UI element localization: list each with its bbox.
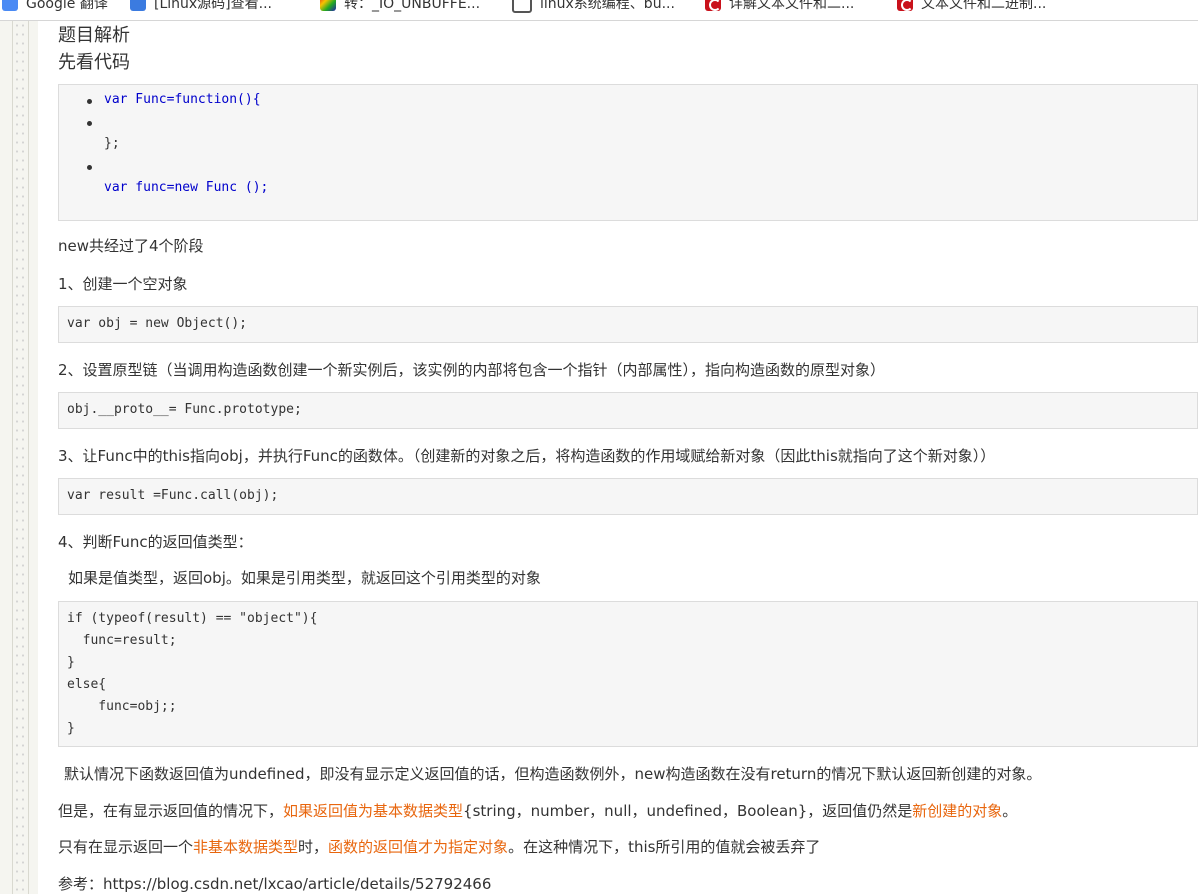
bookmark-label: [Linux源码]查看... [154, 0, 272, 12]
code-line: else{ [67, 677, 107, 692]
highlight-text: 新创建的对象 [912, 802, 1003, 820]
code-block-3: var result =Func.call(obj); [58, 478, 1198, 515]
bookmark-label: Google 翻译 [26, 0, 108, 12]
heading-analysis: 题目解析 [58, 25, 130, 46]
bookmark-text-binary-2[interactable]: 文本文件和二进制... [897, 0, 1046, 15]
text-segment: 。在这种情况下，this所引用的值就会被丢弃了 [508, 838, 821, 856]
bookmark-label: 文本文件和二进制... [921, 0, 1047, 12]
margin-pattern [14, 21, 26, 894]
text-segment: 但是，在有显示返回值的情况下， [58, 802, 284, 820]
code-line: func=result; [67, 633, 177, 648]
step-2: 2、设置原型链（当调用构造函数创建一个新实例后，该实例的内部将包含一个指针（内部… [58, 361, 886, 379]
margin-line [28, 21, 29, 894]
code-block-1: var obj = new Object(); [58, 306, 1198, 343]
reference-link[interactable]: 参考：https://blog.csdn.net/lxcao/article/d… [58, 873, 491, 894]
page-left-margin [0, 21, 38, 894]
text-segment: 。 [1002, 802, 1018, 820]
highlight-text: 函数的返回值才为指定对象 [328, 838, 509, 856]
code-block-list: var Func=function(){ }; var func=new Fun… [58, 84, 1198, 221]
google-translate-icon [2, 0, 18, 11]
bookmark-linux-source[interactable]: [Linux源码]查看... [130, 0, 272, 15]
code-line: } [67, 721, 75, 736]
code-line: var func=new Func (); [104, 180, 269, 195]
bookmark-text-binary-1[interactable]: 详解文本文件和二... [705, 0, 854, 15]
text-segment: {string，number，null，undefined，Boolean}，返… [463, 802, 913, 820]
bookmarks-bar: Google 翻译 [Linux源码]查看... 转：_IO_UNBUFFE..… [0, 0, 1198, 21]
csdn-icon [897, 0, 913, 11]
code-line: obj.__proto__= Func.prototype; [67, 402, 302, 417]
bookmark-google-translate[interactable]: Google 翻译 [2, 0, 108, 15]
bookmark-linux-syscall[interactable]: linux系统编程、bu... [512, 0, 675, 15]
code-line: var obj = new Object(); [67, 316, 248, 331]
paragraph-non-primitive: 只有在显示返回一个非基本数据类型时，函数的返回值才为指定对象。在这种情况下，th… [58, 836, 820, 857]
bookmark-io-unbuffered[interactable]: 转：_IO_UNBUFFE... [320, 0, 480, 15]
text-segment: 只有在显示返回一个 [58, 838, 194, 856]
code-line: }; [104, 136, 120, 151]
code-line: var Func=function(){ [104, 92, 261, 107]
code-text: var Func=function(){ [104, 92, 261, 107]
highlight-text: 非基本数据类型 [193, 838, 299, 856]
paragraph-explicit-return: 但是，在有显示返回值的情况下，如果返回值为基本数据类型{string，numbe… [58, 800, 1017, 821]
text-segment: 时， [298, 838, 329, 856]
paragraph-default-return: 默认情况下函数返回值为undefined，即没有显示定义返回值的话，但构造函数例… [64, 765, 1042, 783]
step-4-description: 如果是值类型，返回obj。如果是引用类型，就返回这个引用类型的对象 [68, 569, 541, 587]
code-block-2: obj.__proto__= Func.prototype; [58, 392, 1198, 429]
search-page-icon [512, 0, 532, 13]
paragraph-stages: new共经过了4个阶段 [58, 237, 204, 255]
csdn-icon [705, 0, 721, 11]
bookmark-label: linux系统编程、bu... [540, 0, 675, 12]
code-block-4: if (typeof(result) == "object"){ func=re… [58, 601, 1198, 747]
step-3: 3、让Func中的this指向obj，并执行Func的函数体。（创建新的对象之后… [58, 447, 996, 465]
code-line: if (typeof(result) == "object"){ [67, 611, 318, 626]
code-line: var result =Func.call(obj); [67, 488, 279, 503]
margin-line [12, 21, 13, 894]
heading-code: 先看代码 [58, 52, 130, 73]
list-bullet [87, 99, 92, 104]
step-4: 4、判断Func的返回值类型： [58, 533, 253, 551]
list-bullet [87, 165, 92, 170]
highlight-text: 如果返回值为基本数据类型 [283, 802, 464, 820]
code-line: func=obj;; [67, 699, 177, 714]
bookmark-label: 转：_IO_UNBUFFE... [344, 0, 481, 12]
step-1: 1、创建一个空对象 [58, 275, 188, 293]
colorful-site-icon [320, 0, 336, 11]
bookmark-label: 详解文本文件和二... [729, 0, 855, 12]
list-bullet [87, 121, 92, 126]
code-line: } [67, 655, 75, 670]
bookmark-page-icon [130, 0, 146, 11]
